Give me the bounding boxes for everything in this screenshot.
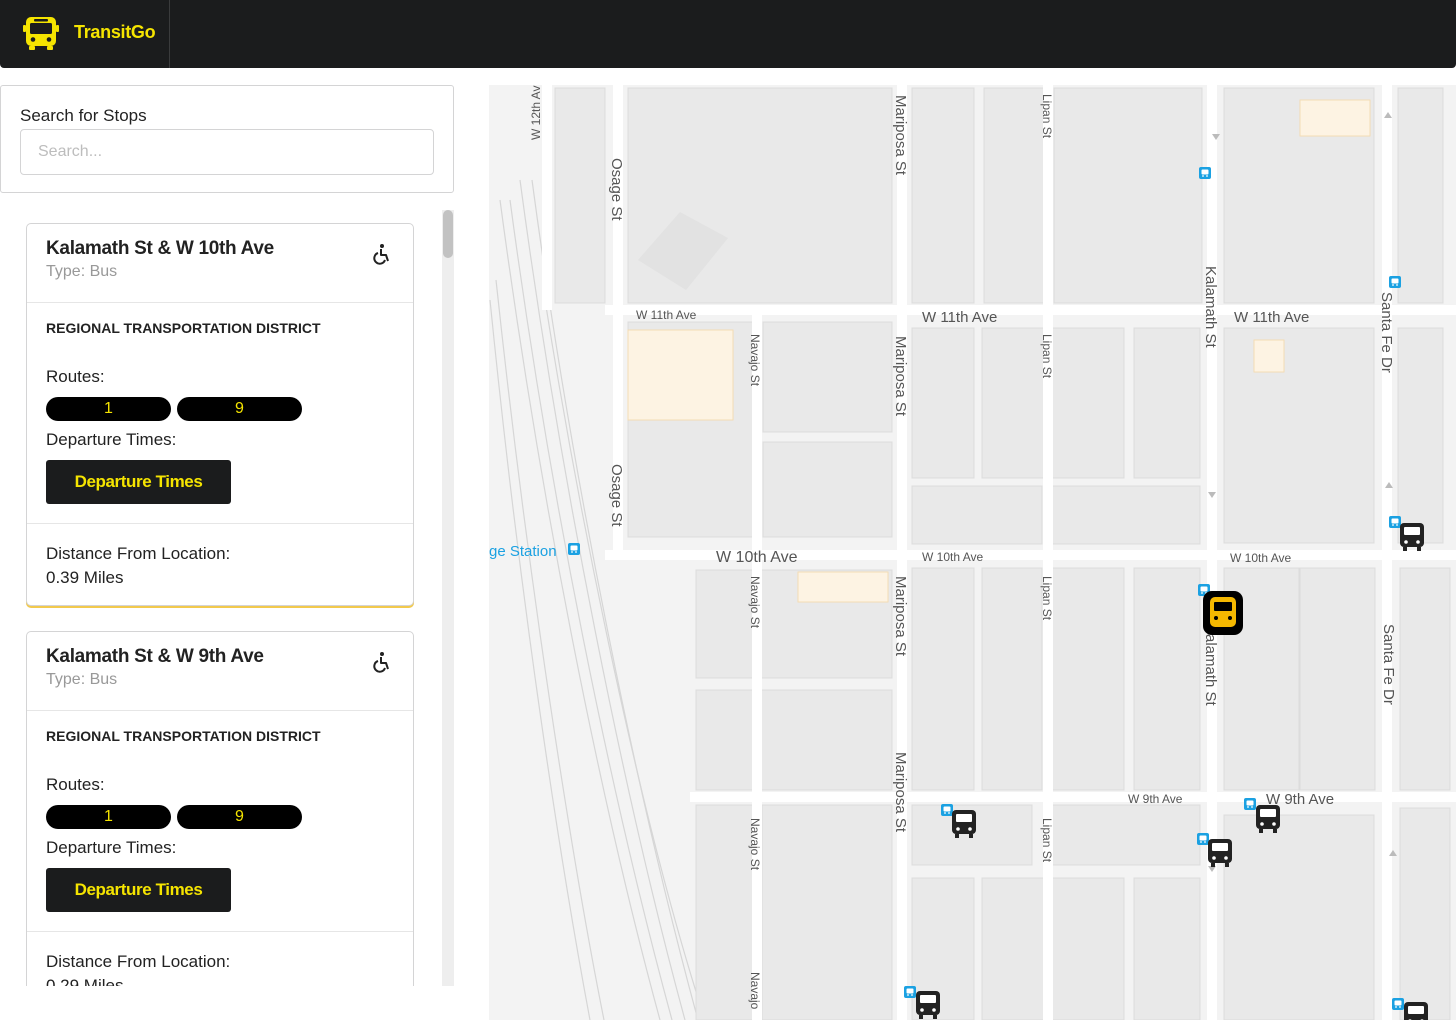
stop-card-header: Kalamath St & W 9th Ave Type: Bus	[27, 632, 413, 711]
bus-stop-marker-icon[interactable]	[952, 810, 976, 838]
routes-label: Routes:	[46, 775, 105, 794]
stop-type: Type: Bus	[46, 263, 118, 280]
stop-card-footer: Distance From Location: 0.39 Miles	[27, 524, 413, 605]
brand[interactable]: TransitGo	[0, 0, 170, 68]
transit-stop-icon[interactable]	[941, 804, 953, 816]
distance-value: 0.29 Miles	[46, 976, 124, 986]
street-label-w10: W 10th Ave	[922, 550, 983, 564]
street-label-w12: W 12th Av	[529, 86, 543, 140]
search-input[interactable]	[20, 129, 434, 175]
stop-type: Type: Bus	[46, 671, 118, 688]
map-canvas[interactable]: W 11th Ave W 11th Ave W 11th Ave W 10th …	[489, 85, 1456, 1020]
departure-times-button[interactable]: Departure Times	[46, 868, 231, 912]
stop-card-body: REGIONAL TRANSPORTATION DISTRICT Routes:…	[27, 711, 413, 932]
search-label: Search for Stops	[20, 106, 147, 125]
street-label-w11: W 11th Ave	[1234, 309, 1309, 326]
street-label-w9: W 9th Ave	[1128, 792, 1183, 806]
street-label-navajo: Navajo St	[748, 818, 762, 871]
street-label-lipan: Lipan St	[1040, 94, 1054, 139]
stop-card-header: Kalamath St & W 10th Ave Type: Bus	[27, 224, 413, 303]
distance-label: Distance From Location:	[46, 952, 231, 971]
route-badge[interactable]: 9	[177, 397, 302, 421]
stop-card[interactable]: Kalamath St & W 9th Ave Type: Bus REGION…	[26, 631, 414, 986]
routes-label: Routes:	[46, 367, 105, 386]
route-badge[interactable]: 9	[177, 805, 302, 829]
transit-stop-icon[interactable]	[904, 986, 916, 998]
stop-list[interactable]: Kalamath St & W 10th Ave Type: Bus REGIO…	[0, 210, 456, 986]
street-label-w10: W 10th Ave	[1230, 551, 1291, 565]
selected-stop-marker-icon[interactable]	[1203, 591, 1243, 635]
stop-name: Kalamath St & W 9th Ave	[46, 646, 264, 667]
street-label-navajo: Navajo St	[748, 576, 762, 629]
street-label-kalamath: alamath St	[1202, 634, 1219, 707]
bus-stop-marker-icon[interactable]	[1404, 1002, 1428, 1020]
station-icon[interactable]	[568, 543, 580, 555]
street-label-mariposa: Mariposa St	[892, 576, 909, 657]
departure-label: Departure Times:	[46, 838, 177, 857]
list-scrollbar[interactable]	[442, 210, 454, 986]
agency-name: REGIONAL TRANSPORTATION DISTRICT	[46, 728, 321, 744]
street-label-osage: Osage St	[608, 158, 625, 221]
transit-stop-icon[interactable]	[1244, 798, 1256, 810]
transit-stop-icon[interactable]	[1197, 833, 1209, 845]
bus-stop-marker-icon[interactable]	[916, 991, 940, 1019]
transit-stop-icon[interactable]	[1389, 516, 1401, 528]
distance-value: 0.39 Miles	[46, 568, 124, 587]
bus-stop-marker-icon[interactable]	[1208, 839, 1232, 867]
street-label-santafe: Santa Fe Dr	[1378, 292, 1395, 373]
bus-icon	[23, 17, 59, 50]
street-label-mariposa: Mariposa St	[892, 95, 909, 176]
agency-name: REGIONAL TRANSPORTATION DISTRICT	[46, 320, 321, 336]
distance-label: Distance From Location:	[46, 544, 231, 563]
stop-card[interactable]: Kalamath St & W 10th Ave Type: Bus REGIO…	[26, 223, 414, 606]
street-label-lipan: Lipan St	[1040, 576, 1054, 621]
stop-card-footer: Distance From Location: 0.29 Miles	[27, 932, 413, 986]
wheelchair-icon	[373, 244, 389, 265]
wheelchair-icon	[373, 652, 389, 673]
stop-name: Kalamath St & W 10th Ave	[46, 238, 274, 259]
bus-stop-marker-icon[interactable]	[1256, 805, 1280, 833]
route-badge[interactable]: 1	[46, 397, 171, 421]
bus-stop-marker-icon[interactable]	[1400, 523, 1424, 551]
street-label-w10: W 10th Ave	[716, 549, 798, 566]
street-label-santafe: Santa Fe Dr	[1380, 624, 1397, 705]
street-label-w11: W 11th Ave	[636, 308, 697, 322]
street-label-w11: W 11th Ave	[922, 309, 997, 326]
street-label-mariposa: Mariposa St	[892, 752, 909, 833]
scrollbar-thumb[interactable]	[443, 210, 453, 258]
stop-card-body: REGIONAL TRANSPORTATION DISTRICT Routes:…	[27, 303, 413, 524]
transit-stop-icon[interactable]	[1392, 998, 1404, 1010]
street-label-lipan: Lipan St	[1040, 818, 1054, 863]
street-label-navajo: Navajo St	[748, 334, 762, 387]
street-label-navajo: Navajo	[748, 972, 762, 1010]
departure-label: Departure Times:	[46, 430, 177, 449]
street-label-osage: Osage St	[608, 464, 625, 527]
app-name: TransitGo	[74, 22, 156, 42]
street-label-kalamath: Kalamath St	[1202, 266, 1219, 349]
street-label-mariposa: Mariposa St	[892, 336, 909, 417]
station-label: ge Station	[489, 543, 557, 560]
search-panel: Search for Stops	[0, 85, 454, 193]
map[interactable]: W 11th Ave W 11th Ave W 11th Ave W 10th …	[489, 85, 1456, 1020]
departure-times-button[interactable]: Departure Times	[46, 460, 231, 504]
street-label-lipan: Lipan St	[1040, 334, 1054, 379]
route-badge[interactable]: 1	[46, 805, 171, 829]
transit-stop-icon[interactable]	[1199, 167, 1211, 179]
transit-stop-icon[interactable]	[1389, 276, 1401, 288]
top-navbar: TransitGo	[0, 0, 1456, 68]
